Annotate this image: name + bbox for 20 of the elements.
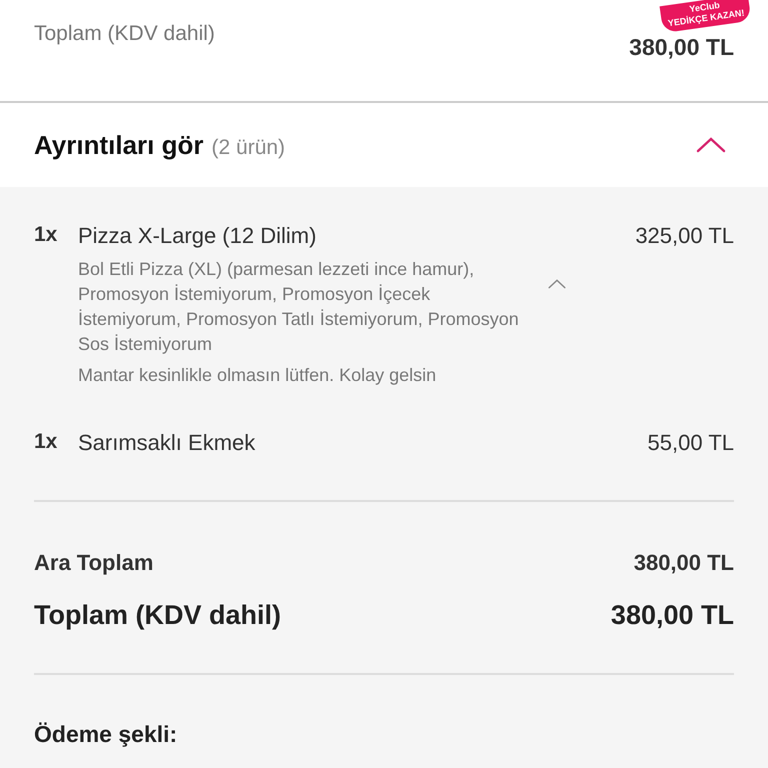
item-name: Sarımsaklı Ekmek xyxy=(78,430,256,456)
item-quantity: 1x xyxy=(34,430,58,455)
item-quantity: 1x xyxy=(34,223,58,248)
total-value: 380,00 TL xyxy=(610,600,734,631)
item-name: Pizza X-Large (12 Dilim) xyxy=(78,223,318,249)
item-price: 325,00 TL xyxy=(635,223,734,250)
total-label: Toplam (KDV dahil) xyxy=(34,600,281,631)
item-count: (2 ürün) xyxy=(212,136,286,158)
details-header[interactable]: Ayrıntıları gör (2 ürün) xyxy=(0,103,768,187)
total-label: Toplam (KDV dahil) xyxy=(34,22,215,47)
collapse-icon[interactable] xyxy=(696,137,726,153)
payment-label: Ödeme şekli: xyxy=(34,721,178,748)
total-label: Ara Toplam xyxy=(34,550,154,576)
total-value: 380,00 TL xyxy=(634,550,734,576)
collapse-icon[interactable] xyxy=(548,279,566,289)
details-title: Ayrıntıları gör xyxy=(34,130,204,160)
item-price: 55,00 TL xyxy=(648,430,734,456)
total-value: 380,00 TL xyxy=(629,34,734,62)
item-note: Mantar kesinlikle olmasın lütfen. Kolay gelsin xyxy=(78,365,438,386)
item-options: Bol Etli Pizza (XL) (parmesan lezzeti ince hamur), Promosyon İstemiyorum, Promosyon İçecek İstemiyorum, Promosyon Tatlı İstemiyorum, Promosyon Sos İstemiyorum xyxy=(78,257,528,357)
